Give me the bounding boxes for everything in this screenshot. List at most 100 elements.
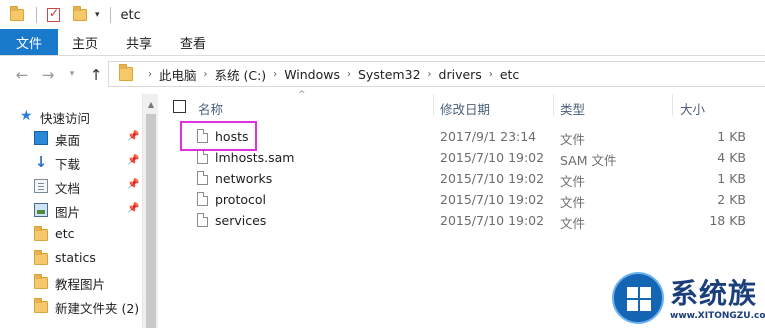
nav-item-new-folder-2[interactable]: 新建文件夹 (2) xyxy=(0,294,142,318)
nav-item-tutorial-images[interactable]: 教程图片 xyxy=(0,270,142,294)
nav-item-quick-access[interactable]: ★ 快速访问 xyxy=(0,104,142,128)
column-header-modified[interactable]: 修改日期 xyxy=(440,99,490,118)
file-size: 4 KB xyxy=(717,150,746,165)
breadcrumb-chevron-icon[interactable]: › xyxy=(204,69,208,80)
navigation-pane: ★ 快速访问 桌面 📌 ↓ 下载 📌 文档 📌 图片 📌 etc statics… xyxy=(0,94,142,328)
file-name: services xyxy=(215,213,267,228)
breadcrumb-etc[interactable]: etc xyxy=(500,67,519,82)
tab-file[interactable]: 文件 xyxy=(0,29,59,55)
file-modified: 2017/9/1 23:14 xyxy=(440,129,537,144)
address-bar[interactable]: › 此电脑 › 系统 (C:) › Windows › System32 › d… xyxy=(108,61,765,87)
separator xyxy=(109,7,111,23)
nav-item-statics[interactable]: statics xyxy=(0,246,142,270)
nav-item-label: 下载 xyxy=(55,157,81,172)
folder-icon xyxy=(119,64,133,81)
scroll-up-arrow-icon[interactable]: ▲ xyxy=(143,100,159,109)
nav-item-label: statics xyxy=(55,250,96,265)
folder-icon xyxy=(34,226,48,241)
back-arrow-icon[interactable]: ← xyxy=(12,66,32,84)
watermark-brand: 系统族 xyxy=(670,277,758,310)
forward-arrow-icon[interactable]: → xyxy=(38,66,58,84)
file-icon xyxy=(197,213,208,227)
window-title: etc xyxy=(120,7,141,23)
up-arrow-icon[interactable]: ↑ xyxy=(86,66,106,84)
customize-toolbar-chevron-icon[interactable]: ▾ xyxy=(95,10,100,20)
nav-item-desktop[interactable]: 桌面 📌 xyxy=(0,126,142,150)
breadcrumb-chevron-icon[interactable]: › xyxy=(347,69,351,80)
windows-logo-icon xyxy=(612,272,664,324)
breadcrumb-this-pc[interactable]: 此电脑 xyxy=(159,65,197,84)
file-type: 文件 xyxy=(560,195,586,210)
nav-item-documents[interactable]: 文档 📌 xyxy=(0,174,142,198)
title-bar: ▾ etc xyxy=(0,0,765,30)
file-size: 18 KB xyxy=(709,213,746,228)
file-name: protocol xyxy=(215,192,266,207)
tab-home[interactable]: 主页 xyxy=(58,29,112,55)
folder-icon xyxy=(34,250,48,265)
file-name: networks xyxy=(215,171,273,186)
column-headers: ^ 名称 修改日期 类型 大小 xyxy=(158,90,765,118)
nav-item-label: 快速访问 xyxy=(40,111,91,126)
breadcrumb-chevron-icon[interactable]: › xyxy=(428,69,432,80)
file-modified: 2015/7/10 19:02 xyxy=(440,213,545,228)
recent-locations-chevron-icon[interactable]: ▾ xyxy=(62,69,82,79)
breadcrumb-system32[interactable]: System32 xyxy=(358,67,421,82)
navigation-bar: ← → ▾ ↑ › 此电脑 › 系统 (C:) › Windows › Syst… xyxy=(0,56,765,94)
file-size: 2 KB xyxy=(717,192,746,207)
column-divider[interactable] xyxy=(672,94,673,116)
nav-item-label: 桌面 xyxy=(55,133,81,148)
file-size: 1 KB xyxy=(717,129,746,144)
desktop-icon xyxy=(34,131,48,145)
file-modified: 2015/7/10 19:02 xyxy=(440,171,545,186)
folder-icon xyxy=(34,274,48,289)
column-header-size[interactable]: 大小 xyxy=(680,99,705,118)
breadcrumb-drive-c[interactable]: 系统 (C:) xyxy=(215,65,267,84)
watermark-url: www.XITONGZU.com xyxy=(670,311,765,321)
pin-icon[interactable]: 📌 xyxy=(127,179,139,190)
breadcrumb-chevron-icon[interactable]: › xyxy=(489,69,493,80)
table-row[interactable]: services 2015/7/10 19:02 文件 18 KB xyxy=(158,210,758,231)
column-header-name[interactable]: 名称 xyxy=(198,99,223,118)
navigation-pane-scrollbar[interactable]: ▲ xyxy=(142,94,158,328)
nav-item-pictures[interactable]: 图片 📌 xyxy=(0,198,142,222)
breadcrumb-chevron-icon[interactable]: › xyxy=(273,69,277,80)
file-size: 1 KB xyxy=(717,171,746,186)
file-icon xyxy=(197,150,208,164)
column-divider[interactable] xyxy=(553,94,554,116)
folder-icon xyxy=(10,6,26,23)
pin-icon[interactable]: 📌 xyxy=(127,155,139,166)
tab-share[interactable]: 共享 xyxy=(112,29,166,55)
pin-icon[interactable]: 📌 xyxy=(127,131,139,142)
breadcrumb-windows[interactable]: Windows xyxy=(284,67,340,82)
star-icon: ★ xyxy=(20,108,33,124)
table-row[interactable]: protocol 2015/7/10 19:02 文件 2 KB xyxy=(158,189,758,210)
sort-ascending-icon: ^ xyxy=(298,90,306,100)
file-type: 文件 xyxy=(560,174,586,189)
select-all-checkbox[interactable] xyxy=(173,100,186,113)
new-folder-icon[interactable] xyxy=(73,6,89,23)
folder-icon xyxy=(34,298,48,313)
properties-icon[interactable] xyxy=(47,6,63,23)
nav-item-label: 教程图片 xyxy=(55,277,106,292)
column-header-type[interactable]: 类型 xyxy=(560,99,585,118)
file-modified: 2015/7/10 19:02 xyxy=(440,192,545,207)
tab-view[interactable]: 查看 xyxy=(166,29,220,55)
download-icon: ↓ xyxy=(34,153,48,171)
column-divider[interactable] xyxy=(433,94,434,116)
file-name: lmhosts.sam xyxy=(215,150,295,165)
scrollbar-thumb[interactable] xyxy=(146,114,156,328)
table-row[interactable]: networks 2015/7/10 19:02 文件 1 KB xyxy=(158,168,758,189)
breadcrumb-drivers[interactable]: drivers xyxy=(439,67,482,82)
picture-icon xyxy=(34,203,48,217)
highlight-box xyxy=(180,121,257,151)
nav-item-label: 新建文件夹 (2) xyxy=(55,301,140,316)
file-icon xyxy=(197,171,208,185)
document-icon xyxy=(34,179,48,193)
ribbon-tabs: 文件 主页 共享 查看 xyxy=(0,29,765,56)
nav-item-downloads[interactable]: ↓ 下载 📌 xyxy=(0,150,142,174)
breadcrumb-chevron-icon[interactable]: › xyxy=(148,69,152,80)
nav-item-etc[interactable]: etc xyxy=(0,222,142,246)
file-icon xyxy=(197,192,208,206)
file-modified: 2015/7/10 19:02 xyxy=(440,150,545,165)
pin-icon[interactable]: 📌 xyxy=(127,203,139,214)
